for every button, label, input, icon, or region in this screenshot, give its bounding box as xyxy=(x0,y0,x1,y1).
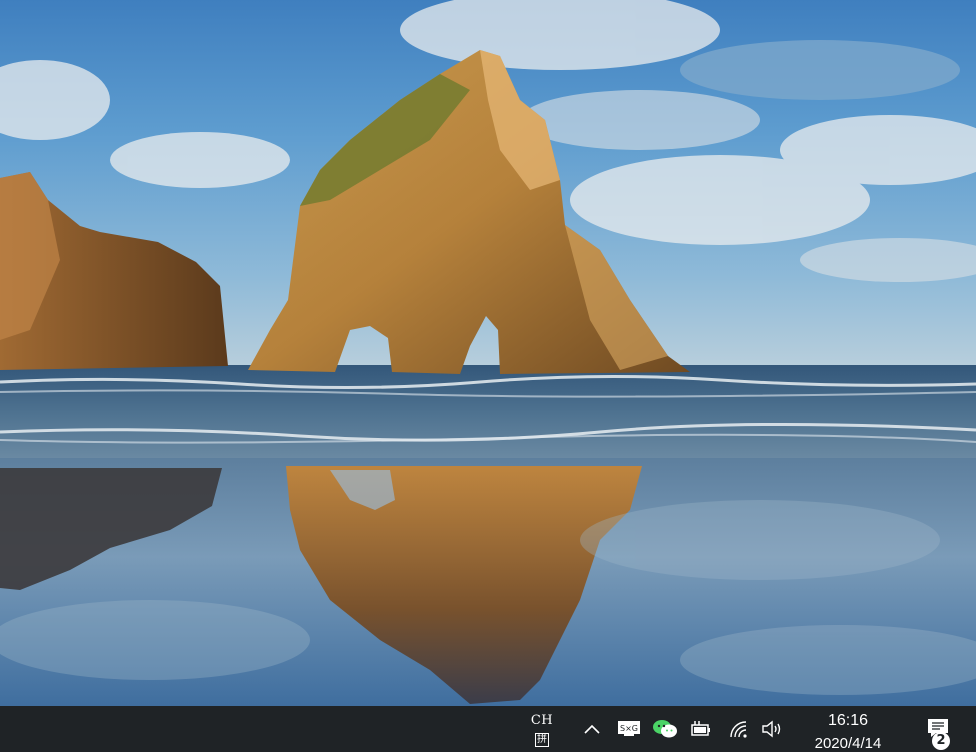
volume-icon[interactable] xyxy=(758,706,786,752)
sogou-input-icon[interactable]: S×G xyxy=(614,706,644,752)
ime-mode-label: 拼 xyxy=(535,733,549,747)
clock-time: 16:16 xyxy=(827,712,869,729)
ime-language-label: CH xyxy=(530,713,554,728)
input-method-indicator[interactable]: CH 拼 xyxy=(528,706,556,752)
chevron-up-icon[interactable] xyxy=(578,706,606,752)
desktop-wallpaper xyxy=(0,0,976,706)
power-battery-icon[interactable] xyxy=(686,706,716,752)
notification-count-badge: 2 xyxy=(932,732,950,750)
taskbar-clock[interactable]: 16:16 2020/4/14 xyxy=(796,706,900,752)
clock-date: 2020/4/14 xyxy=(814,735,882,752)
taskbar: CH 拼 S×G 16:16 2020/4/14 xyxy=(0,706,976,752)
wechat-icon[interactable] xyxy=(650,706,680,752)
wifi-icon[interactable] xyxy=(726,706,752,752)
svg-text:S×G: S×G xyxy=(620,724,638,733)
